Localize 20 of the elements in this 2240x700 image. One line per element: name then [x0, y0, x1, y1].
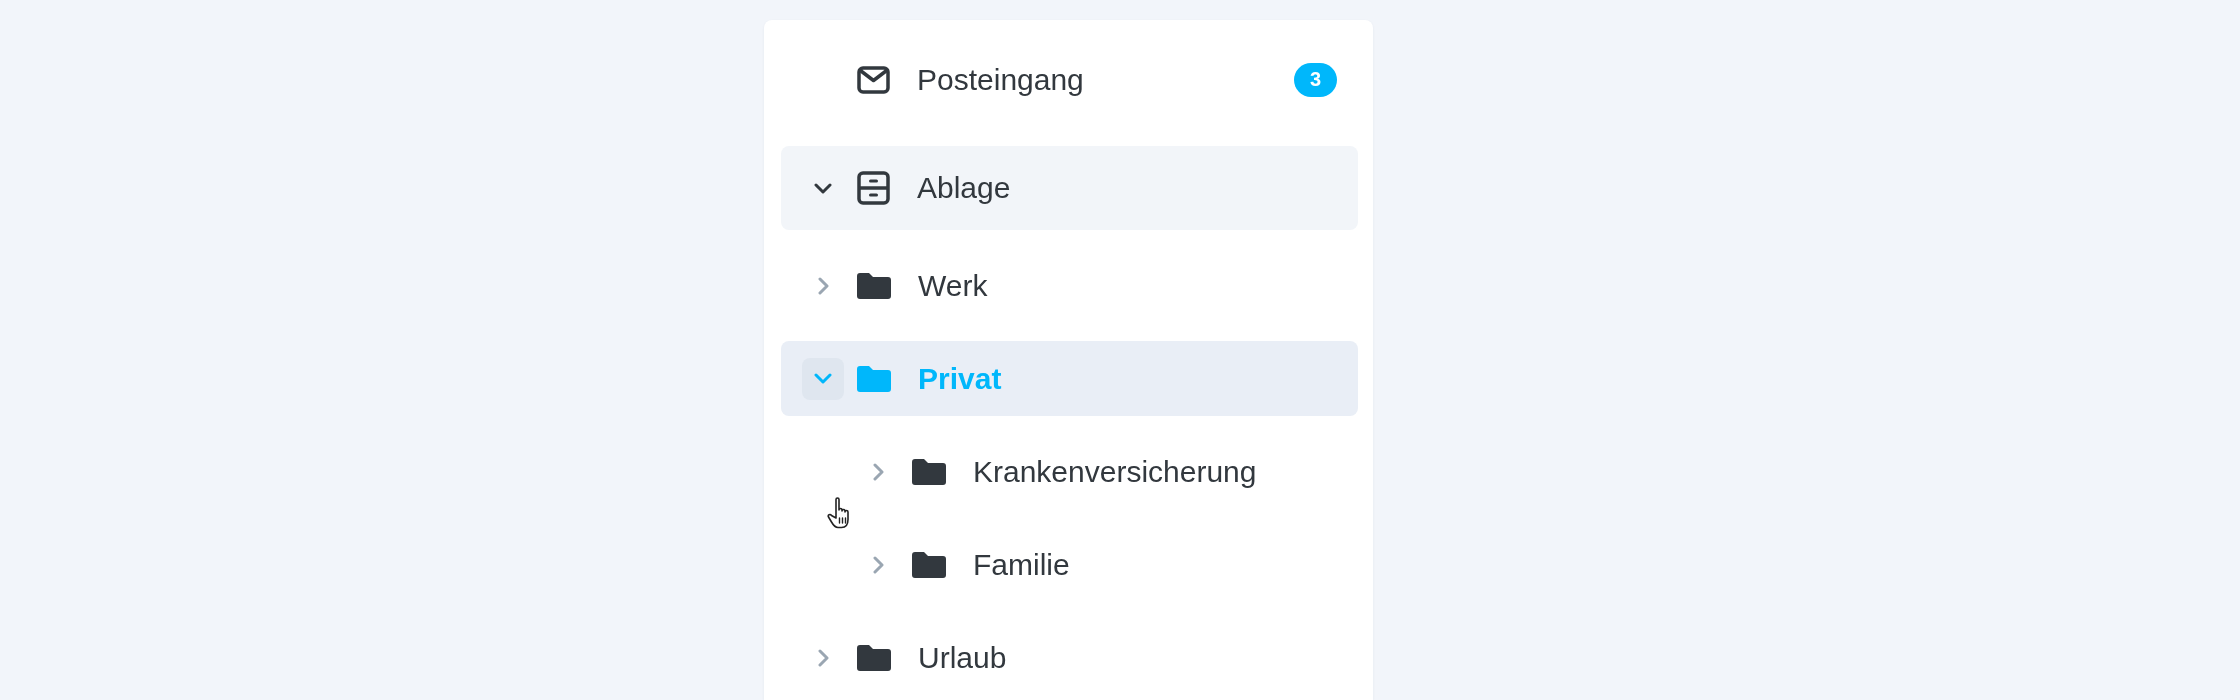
- folder-item[interactable]: Krankenversicherung: [781, 434, 1358, 509]
- folder-item[interactable]: Werk: [781, 248, 1358, 323]
- inbox-item[interactable]: Posteingang 3: [781, 42, 1358, 117]
- folder-icon: [912, 458, 946, 485]
- chevron-down-icon[interactable]: [814, 182, 832, 194]
- chevron-right-icon[interactable]: [872, 462, 884, 481]
- count-badge: 3: [1294, 62, 1337, 97]
- envelope-icon: [857, 65, 890, 94]
- chevron-right-icon[interactable]: [817, 648, 829, 667]
- expand-toggle[interactable]: [802, 357, 844, 400]
- folder-icon: [857, 644, 891, 671]
- folder-item[interactable]: Urlaub: [781, 620, 1358, 695]
- chevron-right-icon[interactable]: [872, 555, 884, 574]
- folder-icon: [857, 365, 891, 392]
- folder-icon: [857, 272, 891, 299]
- folder-item[interactable]: Familie: [781, 527, 1358, 602]
- drawer-cabinet-icon: [857, 171, 890, 205]
- chevron-right-icon[interactable]: [817, 276, 829, 295]
- folder-icon: [912, 551, 946, 578]
- archive-item[interactable]: Ablage: [781, 146, 1358, 230]
